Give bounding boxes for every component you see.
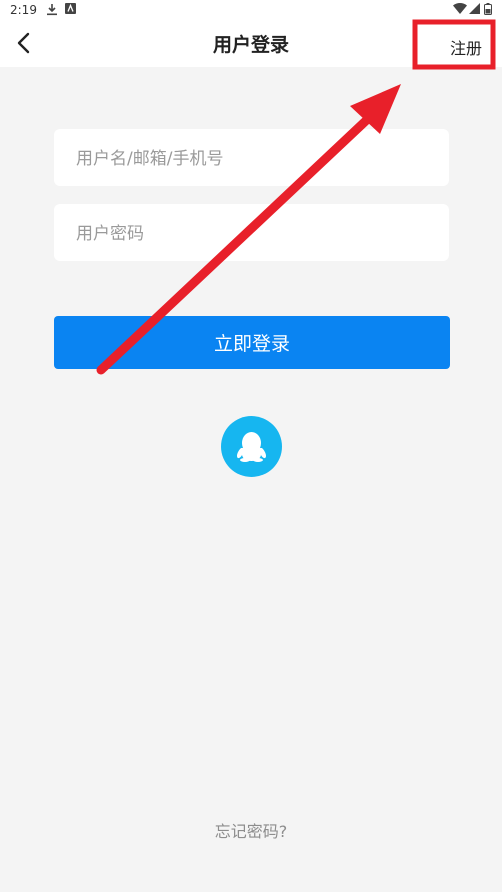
qq-icon — [221, 432, 282, 481]
register-button[interactable]: 注册 — [450, 35, 482, 59]
wifi-icon — [453, 3, 467, 17]
qq-login-button[interactable] — [221, 416, 282, 477]
status-time: 2:19 — [10, 3, 37, 17]
password-input[interactable] — [74, 204, 438, 263]
forgot-password-link[interactable]: 忘记密码? — [0, 818, 502, 842]
password-field-container — [54, 204, 449, 263]
app-notification-icon — [65, 3, 76, 17]
login-button[interactable]: 立即登录 — [54, 316, 450, 369]
status-bar: 2:19 — [0, 0, 502, 20]
download-icon — [46, 3, 58, 19]
username-input[interactable] — [74, 129, 438, 188]
signal-icon — [469, 3, 480, 17]
login-page: 2:19 用户登录 注册 立即登录 — [0, 0, 502, 892]
app-header: 用户登录 注册 — [0, 20, 502, 67]
username-field-container — [54, 129, 449, 188]
arrow-head — [350, 84, 401, 134]
battery-icon — [484, 3, 492, 18]
page-title: 用户登录 — [212, 34, 289, 56]
